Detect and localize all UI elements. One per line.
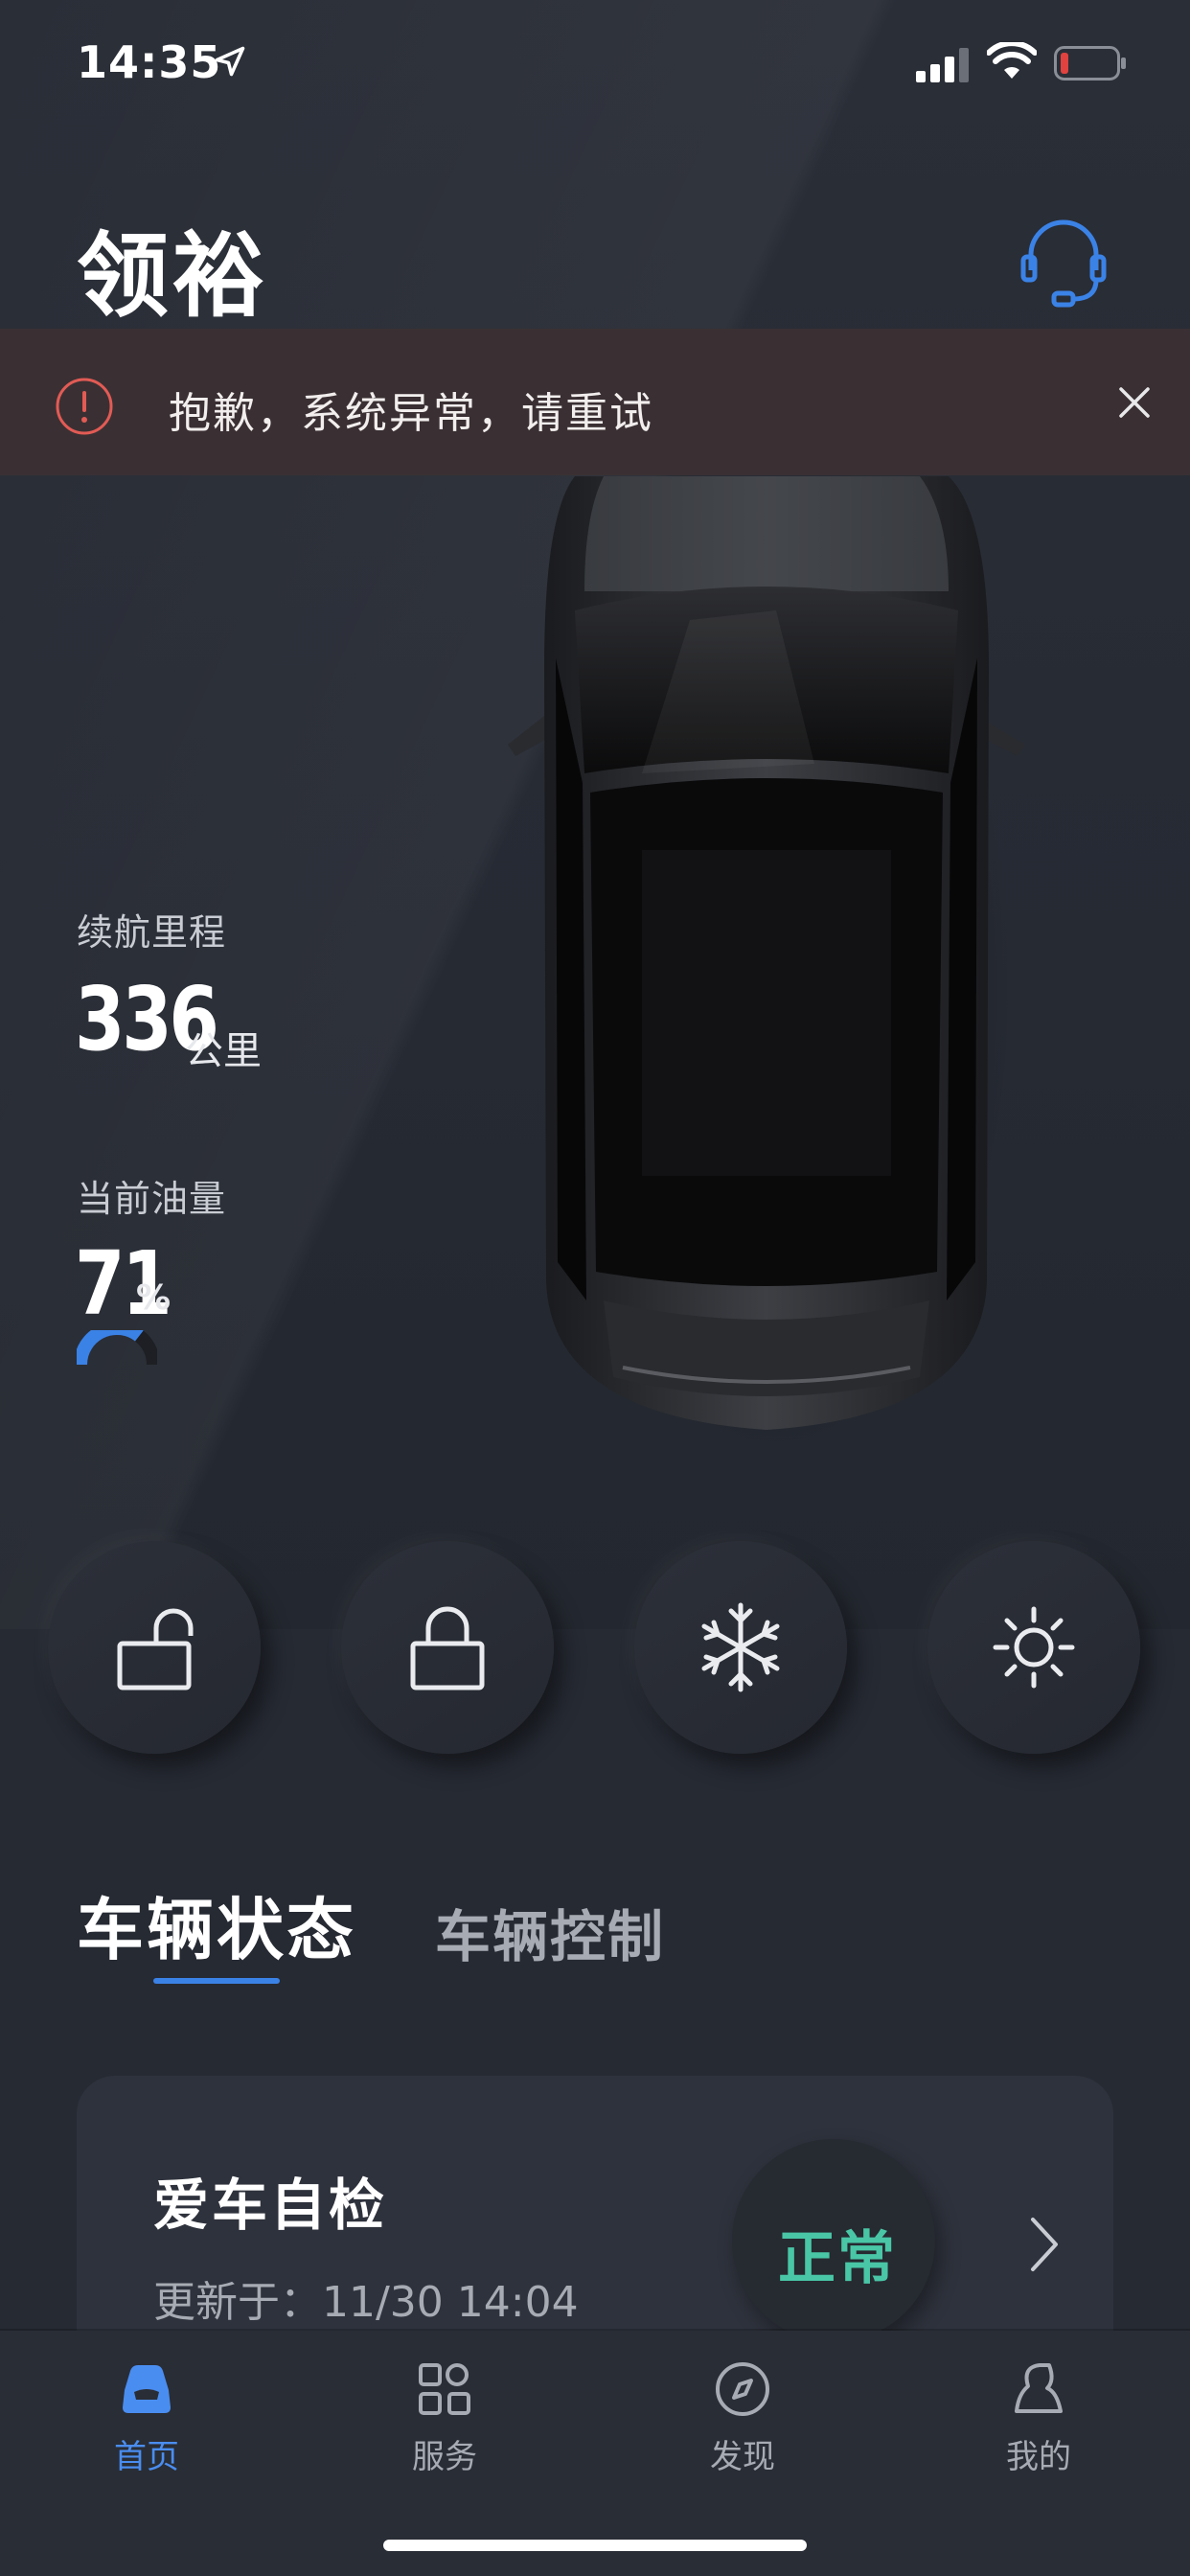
nav-mine-label: 我的 [1006, 2438, 1071, 2476]
nav-discover[interactable]: 发现 [647, 2358, 838, 2477]
nav-discover-label: 发现 [710, 2438, 775, 2476]
self-check-updated: 更新于：11/30 14:04 [153, 2278, 579, 2327]
nav-service[interactable]: 服务 [349, 2358, 540, 2477]
car-image [508, 476, 1025, 1430]
lock-icon [410, 1606, 485, 1690]
user-icon [1015, 2363, 1063, 2413]
unlock-icon [117, 1608, 194, 1690]
fuel-label: 当前油量 [77, 1178, 227, 1220]
car-home-icon [123, 2365, 171, 2413]
status-time: 14:35 [77, 36, 222, 88]
status-text: 正常 [778, 2225, 897, 2292]
support-button[interactable] [1016, 215, 1111, 310]
location-arrow-icon [215, 46, 245, 77]
range-label: 续航里程 [77, 911, 227, 954]
wifi-icon [987, 42, 1037, 79]
close-icon[interactable] [1113, 381, 1156, 424]
self-check-title: 爱车自检 [153, 2173, 388, 2238]
alert-message: 抱歉，系统异常，请重试 [169, 389, 653, 438]
lock-button[interactable] [341, 1541, 554, 1754]
active-tab-indicator [153, 1978, 280, 1984]
grid-icon [419, 2363, 470, 2415]
fuel-gauge-icon [77, 1330, 157, 1366]
range-unit: 公里 [185, 1029, 262, 1073]
tab-vehicle-status[interactable]: 车辆状态 [77, 1876, 356, 1973]
unlock-button[interactable] [48, 1541, 261, 1754]
fuel-unit: % [136, 1278, 172, 1318]
page-title: 领裕 [77, 222, 268, 330]
nav-home-label: 首页 [114, 2438, 179, 2476]
cellular-signal-icon [916, 48, 969, 82]
nav-home[interactable]: 首页 [51, 2358, 242, 2477]
heat-button[interactable] [927, 1541, 1140, 1754]
compass-icon [716, 2362, 769, 2416]
nav-mine[interactable]: 我的 [943, 2358, 1134, 2477]
headset-icon [1020, 219, 1107, 308]
ac-button[interactable] [634, 1541, 847, 1754]
battery-low-icon [1054, 46, 1126, 80]
snowflake-icon [701, 1602, 780, 1692]
nav-service-label: 服务 [412, 2438, 477, 2476]
chevron-right-icon[interactable] [1025, 2214, 1064, 2275]
alert-circle-icon [56, 378, 113, 435]
tab-vehicle-control[interactable]: 车辆控制 [435, 1892, 665, 1972]
sun-icon [993, 1606, 1075, 1689]
home-indicator[interactable] [383, 2540, 807, 2551]
